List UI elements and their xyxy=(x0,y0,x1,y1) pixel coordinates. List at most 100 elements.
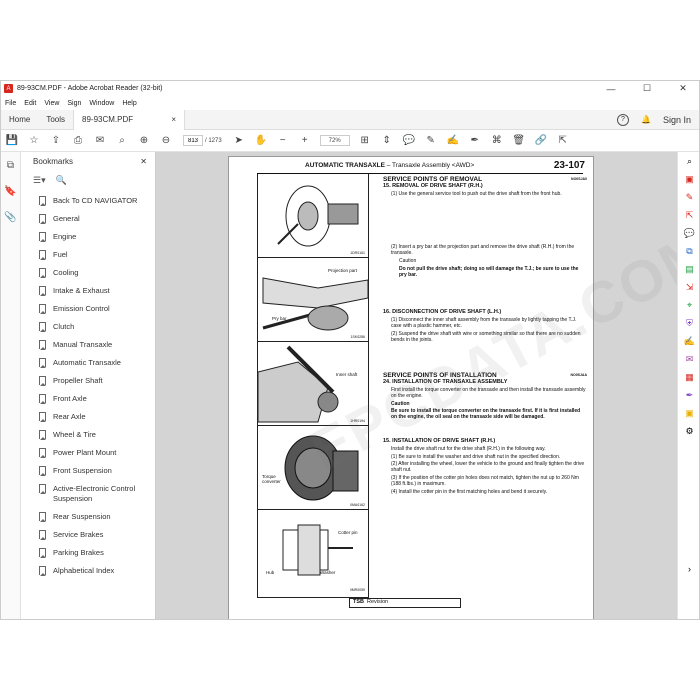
notifications-icon[interactable]: 🔔 xyxy=(641,115,651,124)
close-panel-icon[interactable]: ✕ xyxy=(140,157,147,166)
figure-caption: 0MA0162 xyxy=(350,503,365,507)
bookmark-item[interactable]: Service Brakes xyxy=(21,526,155,544)
bookmark-item[interactable]: Fuel xyxy=(21,246,155,264)
bookmark-item[interactable]: Clutch xyxy=(21,318,155,336)
bookmarks-panel-icon[interactable]: 🔖 xyxy=(1,178,20,204)
bookmark-item[interactable]: Rear Axle xyxy=(21,408,155,426)
menu-sign[interactable]: Sign xyxy=(63,100,85,107)
send-sign-icon[interactable]: ✉ xyxy=(678,350,699,368)
draw-icon[interactable]: ✍ xyxy=(442,130,464,152)
bookmark-item[interactable]: Front Suspension xyxy=(21,462,155,480)
bookmark-item[interactable]: Alphabetical Index xyxy=(21,562,155,580)
delete-icon[interactable]: 🗑 xyxy=(508,130,530,152)
upload-icon[interactable]: ⇪ xyxy=(45,130,67,152)
more-tools-icon[interactable]: ⚙ xyxy=(678,422,699,440)
bookmark-item[interactable]: Manual Transaxle xyxy=(21,336,155,354)
bookmark-item[interactable]: Parking Brakes xyxy=(21,544,155,562)
help-icon[interactable]: ? xyxy=(617,113,629,126)
edit-pdf-icon[interactable]: ✎ xyxy=(678,188,699,206)
header-sub: – Transaxle Assembly <AWD> xyxy=(386,162,475,169)
bookmark-item[interactable]: Intake & Exhaust xyxy=(21,282,155,300)
bookmark-item[interactable]: Emission Control xyxy=(21,300,155,318)
export-icon[interactable]: ⇱ xyxy=(552,130,574,152)
search-icon[interactable]: ⌕ xyxy=(111,130,133,152)
bookmark-item[interactable]: Automatic Transaxle xyxy=(21,354,155,372)
bookmark-icon xyxy=(39,340,46,350)
bookmark-item[interactable]: Engine xyxy=(21,228,155,246)
create-pdf-icon[interactable]: ▣ xyxy=(678,170,699,188)
fit-page-icon[interactable]: ⊞ xyxy=(354,130,376,152)
comment-tool-icon[interactable]: 💬 xyxy=(678,224,699,242)
document-viewer[interactable]: AUTOMATIC TRANSAXLE – Transaxle Assembly… xyxy=(156,152,677,619)
step-16-1: (1) Disconnect the inner shaft assembly … xyxy=(391,317,577,329)
bookmark-item[interactable]: Front Axle xyxy=(21,390,155,408)
zoom-level-select[interactable]: 72% xyxy=(319,135,350,146)
bookmark-item[interactable]: Back To CD NAVIGATOR xyxy=(21,192,155,210)
bookmark-item[interactable]: Wheel & Tire xyxy=(21,426,155,444)
select-cursor-icon[interactable]: ➤ xyxy=(228,130,250,152)
label-cotter-pin: Cotter pin xyxy=(338,530,358,535)
figure-caption: 1SK0286 xyxy=(350,335,365,339)
bookmark-item[interactable]: General xyxy=(21,210,155,228)
options-menu-icon[interactable]: ☰▾ xyxy=(33,175,46,186)
close-window-button[interactable]: ✕ xyxy=(665,81,699,96)
page-navigator: / 1273 xyxy=(183,135,222,146)
menu-view[interactable]: View xyxy=(40,100,63,107)
tab-document[interactable]: 89-93CM.PDF × xyxy=(73,109,186,130)
label-projection-part: Projection part xyxy=(328,268,358,273)
stamp-tool-icon[interactable]: ✒ xyxy=(678,386,699,404)
bookmark-item[interactable]: Active-Electronic Control Suspension xyxy=(21,480,155,508)
sign-in-link[interactable]: Sign In xyxy=(663,115,691,125)
attachments-panel-icon[interactable]: 📎 xyxy=(1,204,20,230)
rich-media-icon[interactable]: ▣ xyxy=(678,404,699,422)
fill-sign-icon[interactable]: ✒ xyxy=(464,130,486,152)
fill-sign-icon[interactable]: ✍ xyxy=(678,332,699,350)
bookmark-item[interactable]: Cooling xyxy=(21,264,155,282)
scan-ocr-icon[interactable]: ⌖ xyxy=(678,296,699,314)
compress-icon[interactable]: ⇲ xyxy=(678,278,699,296)
bookmark-star-icon[interactable]: ☆ xyxy=(23,130,45,152)
maximize-button[interactable]: ☐ xyxy=(629,81,665,96)
save-icon[interactable]: 💾 xyxy=(1,130,23,152)
redact-icon[interactable]: ▦ xyxy=(678,368,699,386)
bookmark-item[interactable]: Rear Suspension xyxy=(21,508,155,526)
tab-tools[interactable]: Tools xyxy=(38,110,73,130)
tab-close-icon[interactable]: × xyxy=(171,115,176,124)
combine-files-icon[interactable]: ⧉ xyxy=(678,242,699,260)
bookmark-icon xyxy=(39,394,46,404)
comment-icon[interactable]: 💬 xyxy=(398,130,420,152)
collapse-rail-icon[interactable]: › xyxy=(678,560,699,578)
tab-home[interactable]: Home xyxy=(1,110,38,130)
zoom-out-icon[interactable]: − xyxy=(272,130,294,152)
menu-help[interactable]: Help xyxy=(118,100,140,107)
figure-transaxle: Torque converter 0MA0162 xyxy=(258,426,368,510)
protect-icon[interactable]: ⛨ xyxy=(678,314,699,332)
scroll-mode-icon[interactable]: ⇕ xyxy=(376,130,398,152)
menu-edit[interactable]: Edit xyxy=(20,100,40,107)
menu-window[interactable]: Window xyxy=(85,100,118,107)
stamp-icon[interactable]: ⌘ xyxy=(486,130,508,152)
find-bookmark-icon[interactable]: 🔍 xyxy=(56,175,67,186)
bookmark-item[interactable]: Power Plant Mount xyxy=(21,444,155,462)
page-up-icon[interactable]: ⊕ xyxy=(133,130,155,152)
bookmark-item[interactable]: Propeller Shaft xyxy=(21,372,155,390)
export-pdf-icon[interactable]: ⇱ xyxy=(678,206,699,224)
minimize-button[interactable]: — xyxy=(593,81,629,96)
step-15b-1: (1) Be sure to install the washer and dr… xyxy=(391,453,561,460)
organize-pages-icon[interactable]: ▤ xyxy=(678,260,699,278)
highlight-icon[interactable]: ✎ xyxy=(420,130,442,152)
email-icon[interactable]: ✉ xyxy=(89,130,111,152)
inner-shaft-drawing xyxy=(258,345,339,423)
menu-file[interactable]: File xyxy=(1,100,20,107)
page-number-label: 23-107 xyxy=(553,160,585,171)
page-number-input[interactable] xyxy=(183,135,203,146)
hand-tool-icon[interactable]: ✋ xyxy=(250,130,272,152)
page-down-icon[interactable]: ⊖ xyxy=(155,130,177,152)
header-main: AUTOMATIC TRANSAXLE xyxy=(305,162,385,169)
pages-panel-icon[interactable]: ⧉ xyxy=(1,152,20,178)
share-link-icon[interactable]: 🔗 xyxy=(530,130,552,152)
print-icon[interactable]: ⎙ xyxy=(67,130,89,152)
search-icon[interactable]: ⌕ xyxy=(678,152,699,170)
zoom-in-icon[interactable]: + xyxy=(294,130,316,152)
figure-cotter-pin: Cotter pin Hub Washer 0MR0059 xyxy=(258,510,368,594)
